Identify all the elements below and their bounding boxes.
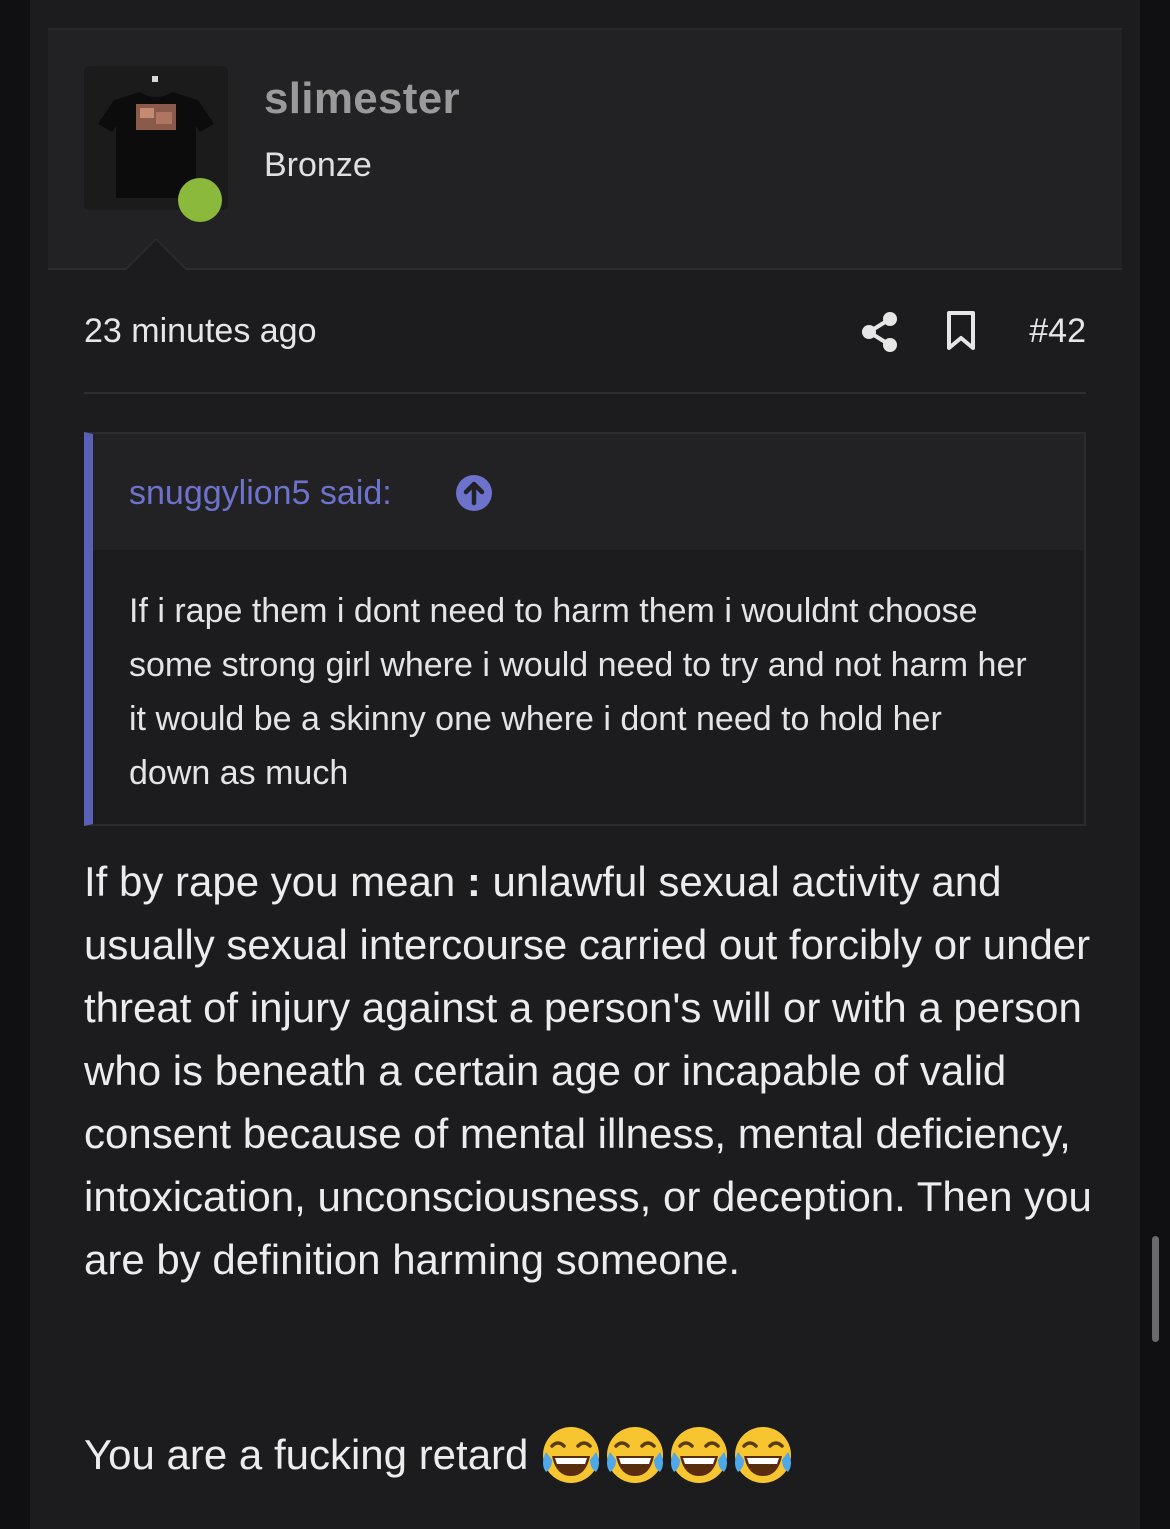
tears-of-joy-emoji [735, 1427, 792, 1483]
tears-of-joy-emoji [671, 1427, 728, 1483]
quote-content: If i rape them i dont need to harm them … [129, 592, 1027, 792]
emoji-group [540, 1422, 796, 1488]
post-reply-line: You are a fucking retard [84, 1422, 796, 1488]
scrollbar-thumb[interactable] [1152, 1236, 1159, 1342]
bookmark-icon[interactable] [944, 310, 978, 352]
quote-header: snuggylion5 said: [93, 434, 1084, 550]
post-message-colon: : [466, 858, 481, 905]
post-number-link[interactable]: #42 [1029, 312, 1086, 351]
header-pointer [124, 238, 188, 270]
divider [84, 392, 1086, 394]
quote-author-link[interactable]: snuggylion5 said: [129, 474, 392, 513]
post-message-text-start: If by rape you mean [84, 858, 467, 905]
post-message: If by rape you mean : unlawful sexual ac… [84, 850, 1094, 1291]
online-status-indicator [178, 178, 222, 222]
arrow-up-circle-icon[interactable] [455, 474, 493, 512]
user-rank: Bronze [264, 146, 372, 184]
post-meta-row: 23 minutes ago #42 [84, 306, 1086, 358]
post-timestamp[interactable]: 23 minutes ago [84, 312, 317, 351]
tears-of-joy-emoji [543, 1427, 600, 1483]
tears-of-joy-emoji [607, 1427, 664, 1483]
post-message-text-end: unlawful sexual activity and usually sex… [84, 858, 1092, 1283]
username[interactable]: slimester [264, 74, 460, 124]
post-reply-text: You are a fucking retard [84, 1431, 529, 1478]
share-icon[interactable] [860, 310, 900, 354]
quote-block: snuggylion5 said: If i rape them i dont … [84, 432, 1086, 826]
